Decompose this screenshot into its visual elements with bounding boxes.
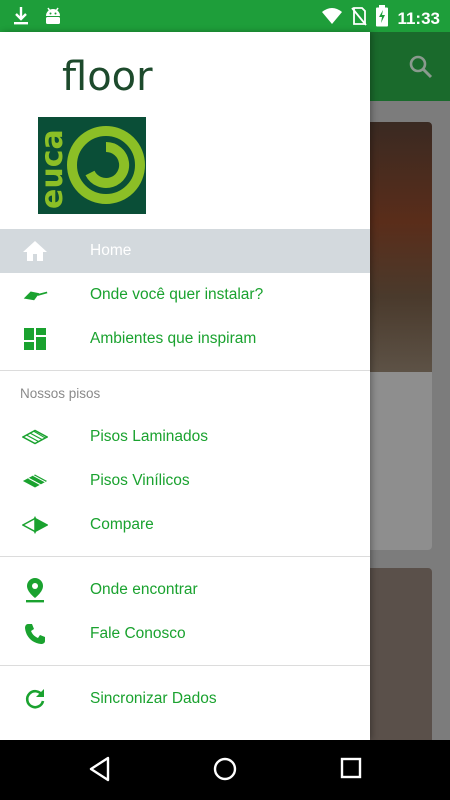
menu-item-label: Onde você quer instalar? bbox=[90, 286, 264, 303]
home-icon bbox=[22, 239, 48, 263]
section-title-nossos-pisos: Nossos pisos bbox=[20, 386, 101, 401]
menu-item-laminados[interactable]: Pisos Laminados bbox=[0, 415, 370, 459]
recents-icon[interactable] bbox=[339, 756, 363, 785]
euca-floor-logo: floor euca bbox=[35, 54, 156, 214]
battery-charging-icon bbox=[375, 5, 389, 32]
menu-item-label: Fale Conosco bbox=[90, 625, 186, 642]
home-circle-icon[interactable] bbox=[212, 756, 238, 787]
menu-item-label: Ambientes que inspiram bbox=[90, 330, 257, 347]
divider bbox=[0, 665, 370, 666]
refresh-icon bbox=[22, 687, 48, 711]
system-nav-bar bbox=[0, 740, 450, 800]
menu-item-ambientes[interactable]: Ambientes que inspiram bbox=[0, 317, 370, 361]
wifi-icon bbox=[321, 7, 343, 30]
menu-item-label: Onde encontrar bbox=[90, 581, 198, 598]
menu-item-label: Pisos Vinílicos bbox=[90, 472, 190, 489]
status-bar: 11:33 bbox=[0, 0, 450, 32]
menu-item-label: Sincronizar Dados bbox=[90, 690, 217, 707]
back-icon[interactable] bbox=[88, 756, 112, 787]
no-sim-icon bbox=[351, 6, 368, 31]
install-trowel-icon bbox=[22, 283, 48, 307]
svg-text:euca: euca bbox=[38, 129, 70, 209]
phone-icon bbox=[22, 622, 48, 646]
divider bbox=[0, 556, 370, 557]
laminate-floor-icon bbox=[22, 425, 48, 449]
logo-emblem: euca bbox=[35, 117, 146, 214]
menu-item-label: Compare bbox=[90, 516, 154, 533]
menu-item-label: Pisos Laminados bbox=[90, 428, 209, 445]
menu-item-compare[interactable]: Compare bbox=[0, 503, 370, 547]
navigation-drawer: floor euca Home Onde você quer instalar?… bbox=[0, 32, 370, 740]
dashboard-icon bbox=[22, 327, 48, 351]
menu-item-label: Home bbox=[90, 242, 132, 259]
search-icon[interactable] bbox=[408, 54, 434, 85]
menu-item-install[interactable]: Onde você quer instalar? bbox=[0, 273, 370, 317]
menu-item-vinilicos[interactable]: Pisos Vinílicos bbox=[0, 459, 370, 503]
menu-item-sincronizar[interactable]: Sincronizar Dados bbox=[0, 677, 370, 721]
clock: 11:33 bbox=[397, 8, 440, 28]
logo-word: floor bbox=[62, 54, 153, 100]
divider bbox=[0, 370, 370, 371]
menu-item-fale-conosco[interactable]: Fale Conosco bbox=[0, 612, 370, 656]
vinyl-floor-icon bbox=[22, 469, 48, 493]
android-icon bbox=[44, 6, 62, 31]
menu-item-home[interactable]: Home bbox=[0, 229, 370, 273]
menu-item-onde-encontrar[interactable]: Onde encontrar bbox=[0, 568, 370, 612]
location-pin-icon bbox=[22, 578, 48, 603]
download-icon bbox=[12, 6, 30, 31]
compare-floor-icon bbox=[22, 513, 48, 537]
